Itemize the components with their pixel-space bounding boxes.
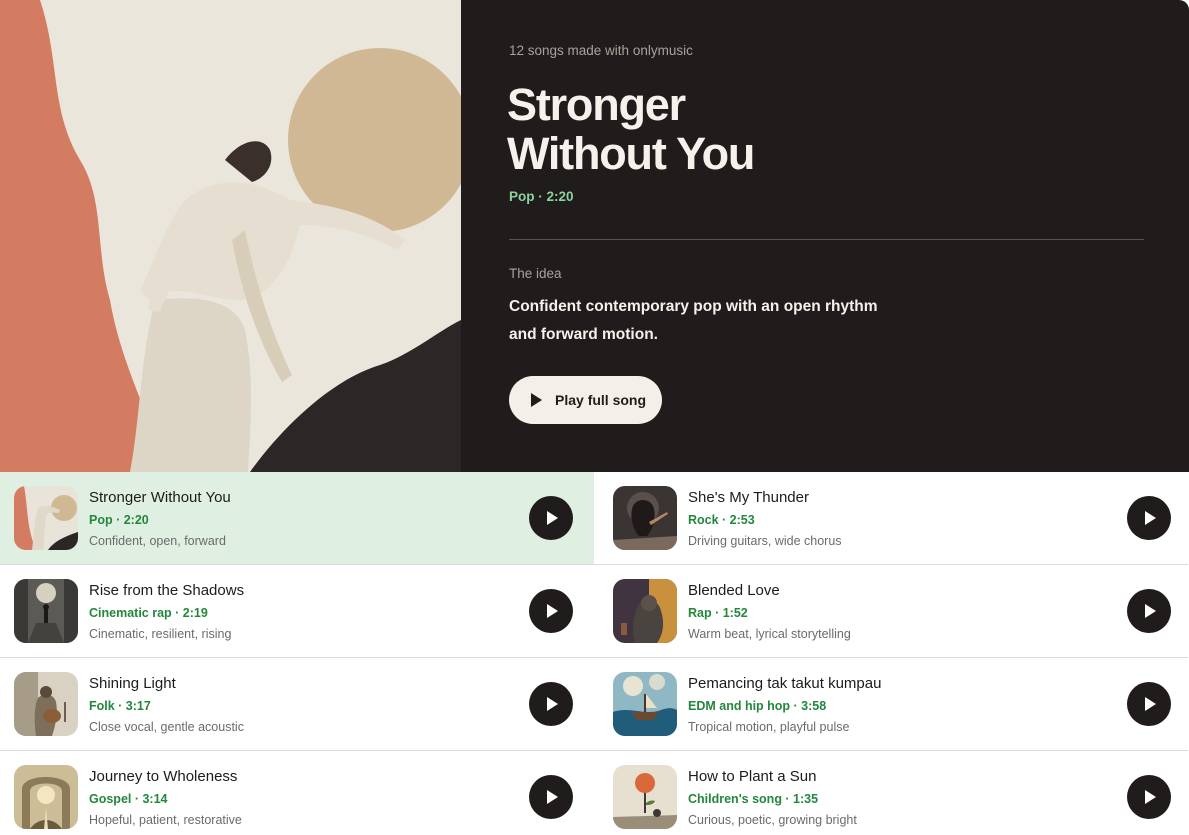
song-meta: Rock · 2:53 bbox=[688, 513, 755, 527]
hero-title-line-2: Without You bbox=[507, 128, 755, 179]
arch-path-thumbnail bbox=[14, 765, 78, 829]
boat-at-sea-thumbnail bbox=[613, 672, 677, 736]
song-title: How to Plant a Sun bbox=[688, 768, 817, 785]
play-full-song-button[interactable]: Play full song bbox=[509, 376, 662, 424]
song-row[interactable]: Stronger Without You Pop · 2:20 Confiden… bbox=[0, 472, 594, 565]
song-description: Close vocal, gentle acoustic bbox=[89, 720, 244, 734]
play-button[interactable] bbox=[529, 589, 573, 633]
play-icon bbox=[1145, 790, 1156, 804]
play-button[interactable] bbox=[1127, 682, 1171, 726]
play-full-song-label: Play full song bbox=[555, 392, 647, 408]
song-description: Warm beat, lyrical storytelling bbox=[688, 627, 851, 641]
hero-song-title: Stronger Without You bbox=[507, 80, 1107, 178]
song-row[interactable]: Shining Light Folk · 3:17 Close vocal, g… bbox=[0, 658, 594, 751]
song-count-text: 12 songs made with onlymusic bbox=[509, 43, 693, 58]
play-icon bbox=[547, 697, 558, 711]
song-title: Blended Love bbox=[688, 582, 780, 599]
song-title: Stronger Without You bbox=[89, 489, 231, 506]
song-meta: Gospel · 3:14 bbox=[89, 792, 168, 806]
idea-text: Confident contemporary pop with an open … bbox=[509, 298, 878, 343]
acoustic-player-thumbnail bbox=[14, 672, 78, 736]
play-button[interactable] bbox=[1127, 775, 1171, 819]
play-button[interactable] bbox=[1127, 589, 1171, 633]
play-icon bbox=[1145, 511, 1156, 525]
song-title: Journey to Wholeness bbox=[89, 768, 238, 785]
hero-artwork bbox=[0, 0, 461, 472]
song-row[interactable]: Blended Love Rap · 1:52 Warm beat, lyric… bbox=[594, 565, 1188, 658]
hero-title-line-1: Stronger bbox=[507, 79, 686, 130]
song-description: Confident, open, forward bbox=[89, 534, 226, 548]
song-meta: Pop · 2:20 bbox=[89, 513, 149, 527]
song-title: Pemancing tak takut kumpau bbox=[688, 675, 882, 692]
song-list: Stronger Without You Pop · 2:20 Confiden… bbox=[0, 472, 1189, 835]
song-row[interactable]: She's My Thunder Rock · 2:53 Driving gui… bbox=[594, 472, 1188, 565]
sun-seedling-thumbnail bbox=[613, 765, 677, 829]
idea-label: The idea bbox=[509, 266, 562, 281]
song-meta: Cinematic rap · 2:19 bbox=[89, 606, 208, 620]
play-button[interactable] bbox=[529, 496, 573, 540]
song-row[interactable]: How to Plant a Sun Children's song · 1:3… bbox=[594, 751, 1188, 835]
gorilla-thumbnail bbox=[613, 579, 677, 643]
play-icon bbox=[531, 393, 542, 407]
song-title: Rise from the Shadows bbox=[89, 582, 245, 599]
play-icon bbox=[547, 511, 558, 525]
play-button[interactable] bbox=[529, 682, 573, 726]
song-description: Tropical motion, playful pulse bbox=[688, 720, 850, 734]
song-meta: Folk · 3:17 bbox=[89, 699, 151, 713]
song-row[interactable]: Rise from the Shadows Cinematic rap · 2:… bbox=[0, 565, 594, 658]
play-icon bbox=[547, 790, 558, 804]
play-button[interactable] bbox=[529, 775, 573, 819]
dancer-thumbnail bbox=[14, 486, 78, 550]
woman-dancing-collage-artwork bbox=[0, 0, 461, 472]
song-row[interactable]: Journey to Wholeness Gospel · 3:14 Hopef… bbox=[0, 751, 594, 835]
play-icon bbox=[1145, 604, 1156, 618]
stairs-figure-thumbnail bbox=[14, 579, 78, 643]
hero-divider bbox=[509, 239, 1144, 240]
song-title: She's My Thunder bbox=[688, 489, 809, 506]
play-button[interactable] bbox=[1127, 496, 1171, 540]
hero-section: 12 songs made with onlymusic Stronger Wi… bbox=[0, 0, 1189, 472]
play-icon bbox=[547, 604, 558, 618]
play-icon bbox=[1145, 697, 1156, 711]
song-description: Cinematic, resilient, rising bbox=[89, 627, 232, 641]
song-meta: Rap · 1:52 bbox=[688, 606, 748, 620]
song-description: Hopeful, patient, restorative bbox=[89, 813, 242, 827]
song-meta: EDM and hip hop · 3:58 bbox=[688, 699, 827, 713]
guitarist-thumbnail bbox=[613, 486, 677, 550]
hero-song-meta: Pop · 2:20 bbox=[509, 189, 574, 204]
song-description: Driving guitars, wide chorus bbox=[688, 534, 842, 548]
song-meta: Children's song · 1:35 bbox=[688, 792, 819, 806]
song-description: Curious, poetic, growing bright bbox=[688, 813, 857, 827]
song-title: Shining Light bbox=[89, 675, 176, 692]
hero-info-panel: 12 songs made with onlymusic Stronger Wi… bbox=[461, 0, 1189, 472]
song-row[interactable]: Pemancing tak takut kumpau EDM and hip h… bbox=[594, 658, 1188, 751]
